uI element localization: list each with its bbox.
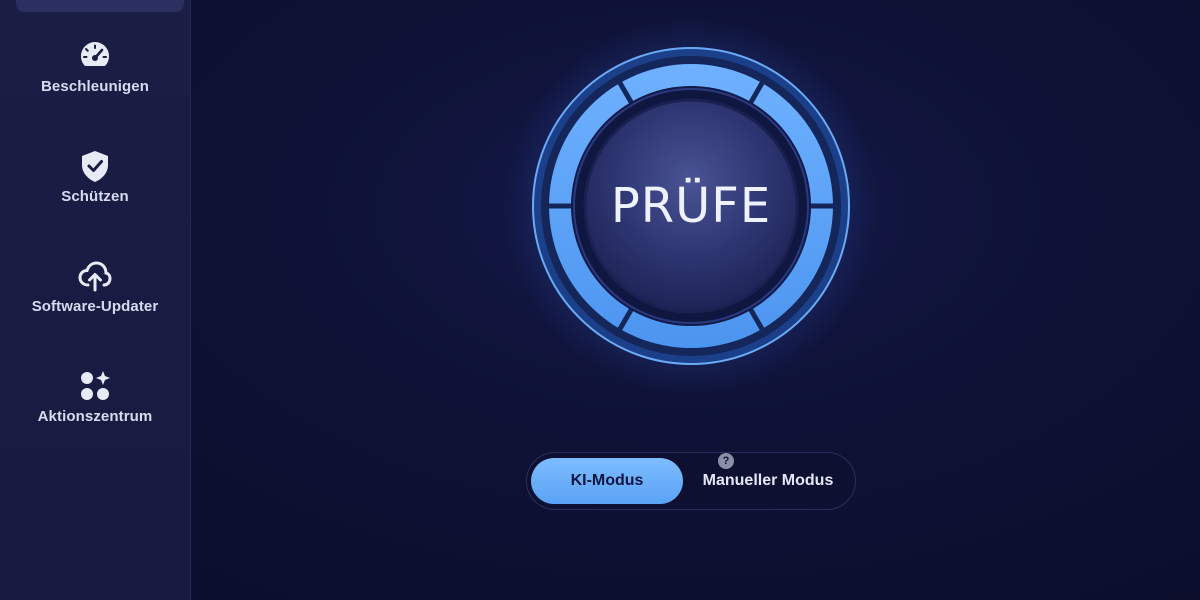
sidebar: Beschleunigen Schützen Software-Updater	[0, 0, 191, 600]
cloud-upload-icon	[77, 258, 113, 294]
manual-mode-option[interactable]: Manueller Modus	[685, 458, 851, 504]
ai-mode-option[interactable]: KI-Modus	[531, 458, 683, 504]
mode-toggle: KI-Modus Manueller Modus	[526, 452, 856, 510]
scan-button[interactable]: PRÜFE	[501, 16, 881, 396]
sidebar-item-software-updater[interactable]: Software-Updater	[0, 258, 190, 342]
sidebar-item-label: Aktionszentrum	[37, 408, 153, 425]
app-window: Beschleunigen Schützen Software-Updater	[0, 0, 1200, 600]
sidebar-item-label: Beschleunigen	[41, 78, 149, 95]
sidebar-item-schuetzen[interactable]: Schützen	[0, 148, 190, 232]
sidebar-item-aktionszentrum[interactable]: Aktionszentrum	[0, 368, 190, 452]
sidebar-item-label: Schützen	[61, 188, 129, 205]
main-panel: PRÜFE KI-Modus Manueller Modus ?	[191, 0, 1200, 600]
apps-sparkle-icon	[77, 368, 113, 404]
scan-button-label[interactable]: PRÜFE	[521, 36, 861, 376]
shield-check-icon	[77, 148, 113, 184]
speedometer-icon	[77, 38, 113, 74]
sidebar-item-label: Software-Updater	[31, 298, 159, 315]
sidebar-item-beschleunigen[interactable]: Beschleunigen	[0, 38, 190, 122]
sidebar-active-tab[interactable]	[16, 0, 184, 12]
help-icon[interactable]: ?	[718, 453, 734, 469]
